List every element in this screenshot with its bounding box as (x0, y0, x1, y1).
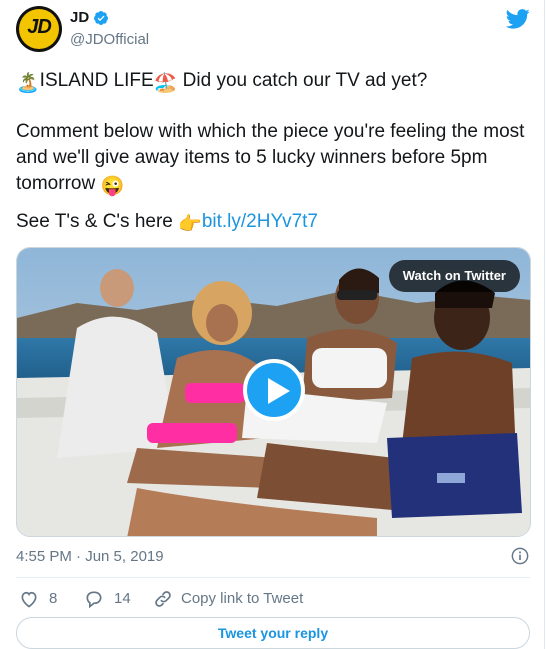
like-count: 8 (49, 590, 58, 607)
copy-link-action[interactable]: Copy link to Tweet (153, 588, 333, 610)
reply-bubble-icon (86, 591, 102, 609)
tweet-text-line3: See T's & C's here 👉bit.ly/2HYv7t7 (16, 209, 531, 238)
watch-on-twitter-button[interactable]: Watch on Twitter (388, 260, 520, 292)
heart-icon (21, 591, 37, 608)
beach-umbrella-emoji-icon: 🏖️ (153, 73, 178, 94)
tweet-text-question: Did you catch our TV ad yet? (177, 70, 428, 91)
avatar-logo-text: JD (27, 16, 52, 38)
author-handle[interactable]: @JDOfficial (70, 31, 149, 48)
tweet-text-line1: 🏝️ISLAND LIFE🏖️ Did you catch our TV ad … (16, 68, 531, 97)
twitter-bird-icon[interactable] (506, 9, 530, 29)
reply-action[interactable]: 14 (84, 588, 144, 610)
tweet-text-comment: Comment below with which the piece you'r… (16, 121, 525, 194)
tweet-card: JD JD @JDOfficial 🏝️ISLAND LIFE🏖️ Did yo… (0, 0, 545, 649)
info-icon[interactable] (511, 547, 529, 565)
tweet-text-line2: Comment below with which the piece you'r… (16, 119, 531, 200)
reply-count: 14 (114, 590, 131, 607)
like-action[interactable]: 8 (19, 588, 69, 610)
desert-island-emoji-icon: 🏝️ (16, 73, 40, 94)
link-icon (155, 591, 171, 607)
tweet-timestamp[interactable]: 4:55 PM · Jun 5, 2019 (16, 548, 164, 565)
winking-face-emoji-icon: 😜 (100, 176, 125, 197)
video-player[interactable]: Watch on Twitter (16, 247, 531, 537)
play-button[interactable] (243, 359, 305, 421)
play-icon (268, 378, 290, 404)
tweet-link[interactable]: bit.ly/2HYv7t7 (202, 211, 318, 232)
copy-link-label: Copy link to Tweet (181, 590, 304, 607)
pointing-hand-emoji-icon: 👉 (178, 214, 202, 235)
author-name[interactable]: JD (70, 9, 89, 26)
verified-badge-icon (93, 11, 108, 25)
tweet-text-island-life: ISLAND LIFE (39, 70, 154, 91)
divider (16, 577, 530, 578)
tweet-your-reply-button[interactable]: Tweet your reply (16, 617, 530, 649)
avatar[interactable]: JD (16, 6, 62, 52)
tweet-text-terms: See T's & C's here (16, 211, 179, 232)
